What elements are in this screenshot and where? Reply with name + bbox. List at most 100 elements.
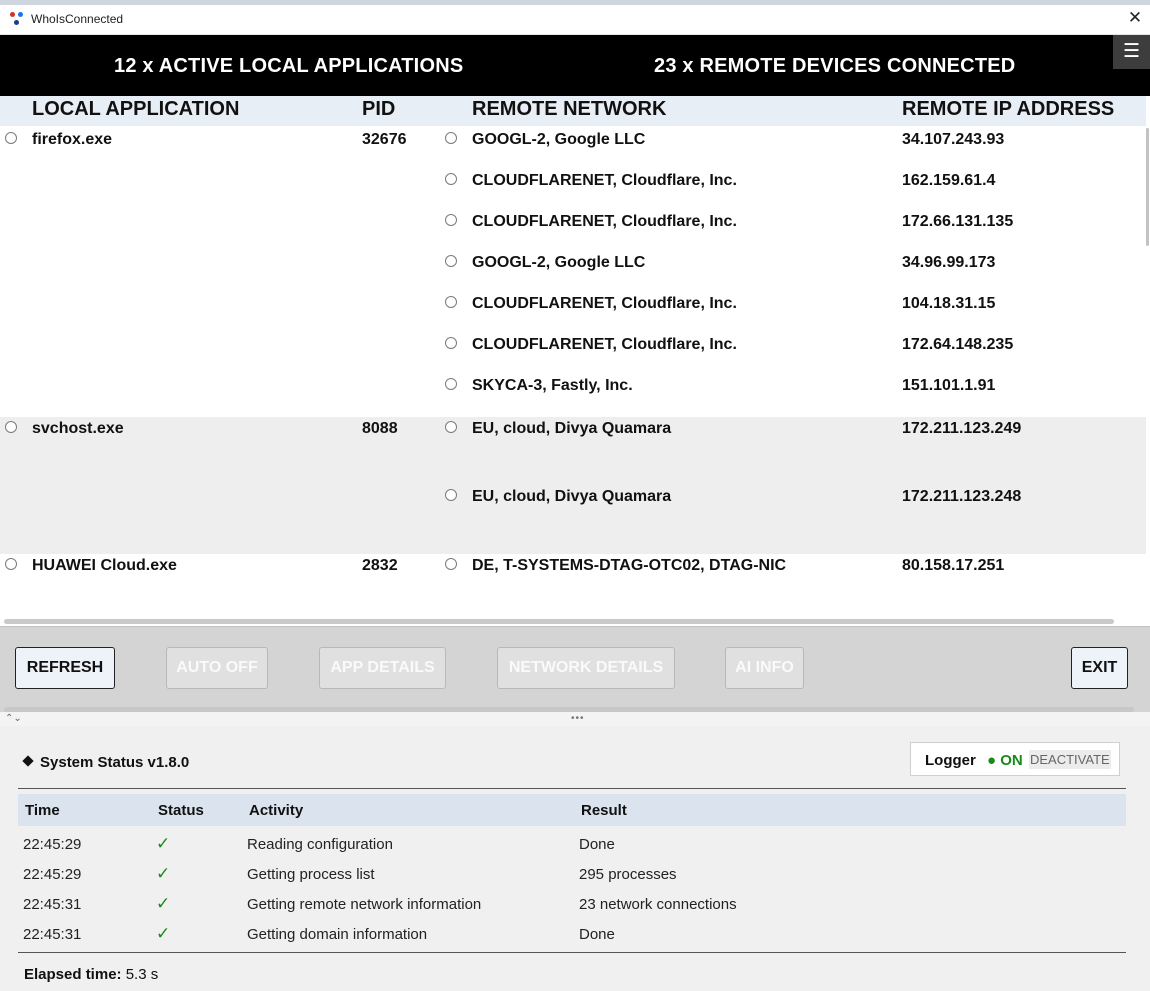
column-header-remote-network: REMOTE NETWORK [472, 98, 667, 120]
diamond-icon [22, 755, 34, 767]
app-pid: 2832 [362, 557, 398, 574]
status-top-divider [18, 788, 1126, 789]
remote-devices-count: 23 x REMOTE DEVICES CONNECTED [654, 55, 1016, 77]
connection-radio[interactable] [445, 214, 457, 226]
exit-button[interactable]: EXIT [1071, 647, 1128, 689]
remote-ip: 80.158.17.251 [902, 557, 1005, 574]
app-group-firefox: firefox.exe 32676 GOOGL-2, Google LLC 34… [0, 126, 1146, 417]
connection-radio[interactable] [445, 296, 457, 308]
column-header-status: Status [158, 802, 204, 819]
column-header-activity: Activity [249, 802, 304, 819]
app-name: firefox.exe [32, 131, 113, 148]
connection-radio[interactable] [445, 132, 457, 144]
summary-banner: 12 x ACTIVE LOCAL APPLICATIONS 23 x REMO… [0, 35, 1150, 96]
app-radio[interactable] [5, 421, 17, 433]
elapsed-time-label: Elapsed time: [24, 966, 122, 983]
remote-network: CLOUDFLARENET, Cloudflare, Inc. [472, 295, 737, 312]
status-row: 22:45:31 ✓ Getting domain information Do… [18, 919, 1126, 949]
status-activity: Getting domain information [247, 926, 428, 943]
connection-radio[interactable] [445, 421, 457, 433]
status-result: 23 network connections [579, 896, 737, 913]
remote-ip: 172.64.148.235 [902, 336, 1014, 353]
remote-ip: 34.96.99.173 [902, 254, 996, 271]
connection-radio[interactable] [445, 489, 457, 501]
app-pid: 32676 [362, 131, 407, 148]
connection-radio[interactable] [445, 378, 457, 390]
connection-radio[interactable] [445, 173, 457, 185]
logger-control: Logger ● ON DEACTIVATE [910, 742, 1120, 776]
column-header-local-application: LOCAL APPLICATION [32, 98, 240, 120]
status-activity: Getting process list [247, 866, 375, 883]
vertical-scrollbar[interactable] [1146, 128, 1149, 246]
check-icon: ✓ [156, 894, 171, 913]
connection-radio[interactable] [445, 558, 457, 570]
action-button-panel: REFRESH AUTO OFF APP DETAILS NETWORK DET… [0, 626, 1150, 713]
app-pid: 8088 [362, 420, 398, 437]
status-time: 22:45:29 [23, 836, 82, 853]
logger-label: Logger [925, 752, 976, 769]
remote-network: CLOUDFLARENET, Cloudflare, Inc. [472, 172, 737, 189]
elapsed-time: Elapsed time: 5.3 s [24, 966, 158, 983]
logger-deactivate-button[interactable]: DEACTIVATE [1029, 750, 1111, 769]
panel-splitter[interactable]: ⌃⌄ ••• [0, 707, 1150, 726]
status-table-header: Time Status Activity Result [18, 794, 1126, 826]
elapsed-time-value: 5.3 s [125, 966, 159, 983]
status-row: 22:45:31 ✓ Getting remote network inform… [18, 889, 1126, 919]
collapse-expand-arrows-icon[interactable]: ⌃⌄ [5, 714, 22, 724]
remote-network: EU, cloud, Divya Quamara [472, 420, 672, 437]
hamburger-menu-button[interactable]: ☰ [1113, 35, 1150, 69]
refresh-button[interactable]: REFRESH [15, 647, 115, 689]
check-icon: ✓ [156, 924, 171, 943]
horizontal-scrollbar[interactable] [4, 619, 1114, 624]
table-header: LOCAL APPLICATION PID REMOTE NETWORK REM… [0, 96, 1146, 126]
auto-refresh-toggle-button[interactable]: AUTO OFF [166, 647, 268, 689]
status-row: 22:45:29 ✓ Getting process list 295 proc… [18, 859, 1126, 889]
remote-network: CLOUDFLARENET, Cloudflare, Inc. [472, 213, 737, 230]
local-apps-count: 12 x ACTIVE LOCAL APPLICATIONS [114, 55, 464, 77]
network-details-button[interactable]: NETWORK DETAILS [497, 647, 675, 689]
remote-ip: 34.107.243.93 [902, 131, 1005, 148]
logger-state: ● ON [987, 752, 1023, 769]
status-activity: Getting remote network information [247, 896, 482, 913]
app-radio[interactable] [5, 132, 17, 144]
column-header-remote-ip: REMOTE IP ADDRESS [902, 98, 1115, 120]
remote-ip: 151.101.1.91 [902, 377, 996, 394]
close-window-button[interactable]: ✕ [1125, 8, 1145, 28]
check-icon: ✓ [156, 864, 171, 883]
remote-network: DE, T-SYSTEMS-DTAG-OTC02, DTAG-NIC [472, 557, 787, 574]
app-name: HUAWEI Cloud.exe [32, 557, 177, 574]
column-header-result: Result [581, 802, 627, 819]
remote-network: EU, cloud, Divya Quamara [472, 488, 672, 505]
connection-radio[interactable] [445, 255, 457, 267]
column-header-pid: PID [362, 98, 396, 120]
status-result: Done [579, 836, 615, 853]
app-group-svchost: svchost.exe 8088 EU, cloud, Divya Quamar… [0, 417, 1146, 554]
remote-ip: 172.211.123.249 [902, 420, 1022, 437]
app-name: svchost.exe [32, 420, 124, 437]
status-bottom-divider [18, 952, 1126, 953]
status-activity: Reading configuration [247, 836, 393, 853]
splitter-grip-icon[interactable]: ••• [571, 714, 585, 724]
remote-network: GOOGL-2, Google LLC [472, 131, 646, 148]
app-radio[interactable] [5, 558, 17, 570]
system-status-title: System Status v1.8.0 [22, 754, 190, 771]
ai-info-button[interactable]: AI INFO [725, 647, 804, 689]
check-icon: ✓ [156, 834, 171, 853]
column-header-time: Time [25, 802, 60, 819]
app-group-huawei-cloud: HUAWEI Cloud.exe 2832 DE, T-SYSTEMS-DTAG… [0, 554, 1146, 615]
remote-ip: 172.211.123.248 [902, 488, 1022, 505]
status-result: Done [579, 926, 615, 943]
remote-ip: 162.159.61.4 [902, 172, 996, 189]
window-title: WhoIsConnected [31, 12, 124, 26]
status-time: 22:45:29 [23, 866, 82, 883]
button-panel-scrollbar[interactable] [4, 707, 1134, 712]
remote-ip: 104.18.31.15 [902, 295, 996, 312]
remote-network: GOOGL-2, Google LLC [472, 254, 646, 271]
connection-radio[interactable] [445, 337, 457, 349]
title-bar: WhoIsConnected ✕ [0, 5, 1150, 35]
status-time: 22:45:31 [23, 896, 82, 913]
connections-table: LOCAL APPLICATION PID REMOTE NETWORK REM… [0, 96, 1150, 626]
remote-network: SKYCA-3, Fastly, Inc. [472, 377, 633, 394]
app-details-button[interactable]: APP DETAILS [319, 647, 446, 689]
system-status-title-text: System Status v1.8.0 [40, 754, 190, 771]
